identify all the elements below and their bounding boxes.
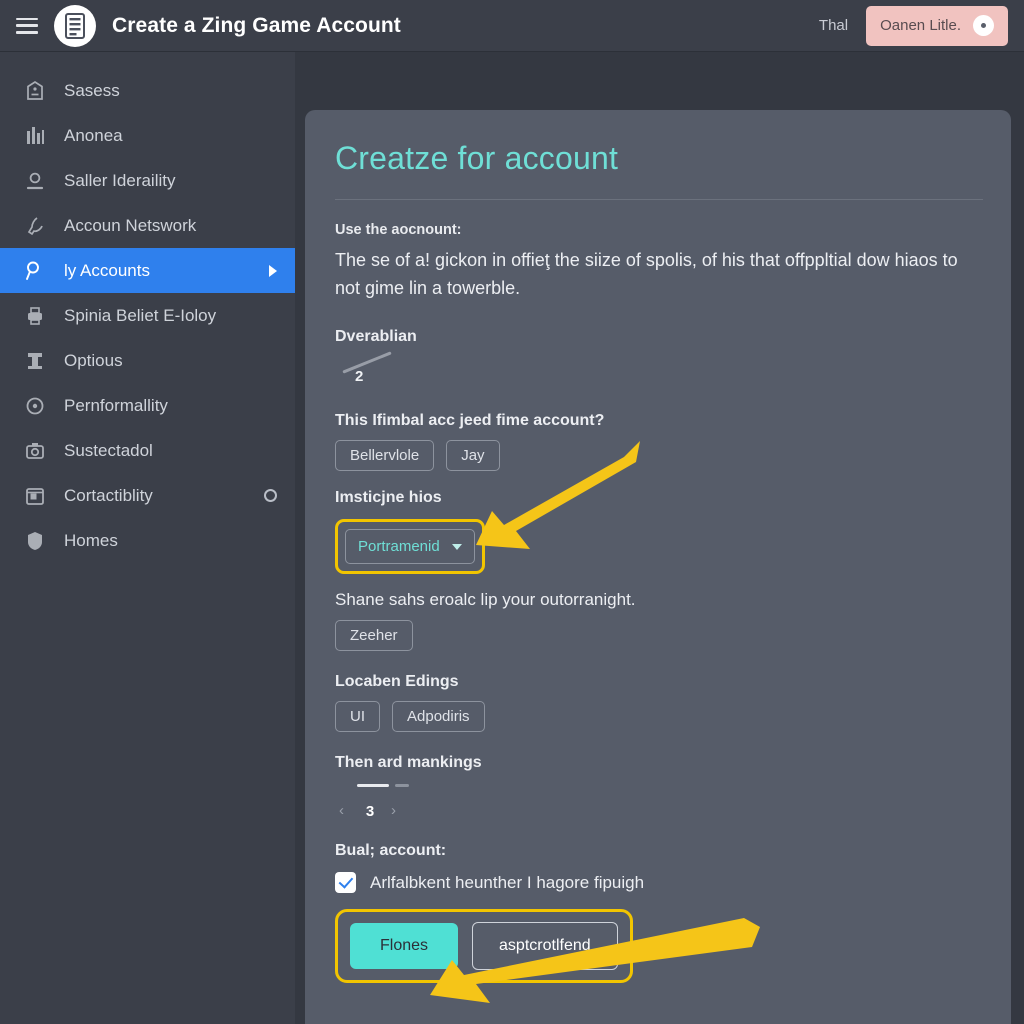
- clock-icon: [22, 393, 48, 419]
- document-logo-icon: [54, 4, 96, 47]
- topbar-link[interactable]: Thal: [819, 17, 848, 34]
- body-paragraph: The se of a! gickon in offieţ the siize …: [335, 250, 958, 298]
- overablian-label: Dverablian: [335, 328, 417, 345]
- sidebar-item-label: Accoun Netswork: [64, 215, 197, 235]
- section-overablian: Dverablian 2: [335, 328, 981, 396]
- chip-zeeher[interactable]: Zeeher: [335, 620, 413, 651]
- title-divider: [335, 199, 983, 200]
- page-title: Create a Zing Game Account: [112, 13, 401, 37]
- main-content-panel: Creatze for account Use the aocnount: Th…: [305, 110, 1011, 1024]
- chevron-down-icon: [451, 543, 462, 550]
- section-locaben: Locaben Edings UI Adpodiris: [335, 673, 981, 732]
- locaben-label: Locaben Edings: [335, 673, 459, 690]
- limbal-chip-row: Bellervlole Jay: [335, 440, 981, 471]
- camera-icon: [22, 438, 48, 464]
- section-share: Shane sahs eroalc lip your outorranight.…: [335, 590, 981, 651]
- sidebar-item-saller-ideraility[interactable]: Saller Ideraility: [0, 158, 295, 203]
- stepper-increment-icon[interactable]: ›: [391, 802, 396, 819]
- chip-jay[interactable]: Jay: [446, 440, 500, 471]
- user-avatar-icon: [973, 15, 994, 36]
- stepper-decrement-icon[interactable]: ‹: [339, 802, 344, 819]
- stepper-track-filled: [357, 784, 389, 787]
- sidebar-item-label: ly Accounts: [64, 260, 150, 280]
- calendar-icon: [22, 483, 48, 509]
- hamburger-icon[interactable]: [14, 15, 40, 37]
- chevron-right-icon: [269, 264, 277, 277]
- status-dot-icon: [264, 489, 277, 502]
- chip-ui[interactable]: UI: [335, 701, 380, 732]
- sidebar-item-label: Spinia Beliet E-Ioloy: [64, 305, 217, 325]
- overablian-slider[interactable]: 2: [335, 351, 455, 396]
- buai-checkbox-row: Arlfalbkent heunther I hagore fipuigh: [335, 872, 981, 893]
- top-app-bar: Create a Zing Game Account Thal Oanen Li…: [0, 0, 1024, 52]
- stepper-track-rest: [395, 784, 409, 787]
- user-account-chip[interactable]: Oanen Litle.: [866, 5, 1008, 46]
- sidebar-item-ly-accounts[interactable]: ly Accounts: [0, 248, 295, 293]
- sidebar-item-sustectadol[interactable]: Sustectadol: [0, 428, 295, 473]
- slider-value-label: 2: [355, 368, 364, 385]
- sidebar-item-label: Homes: [64, 530, 118, 550]
- app-root: Create a Zing Game Account Thal Oanen Li…: [0, 0, 1024, 1024]
- buai-checkbox-label: Arlfalbkent heunther I hagore fipuigh: [370, 872, 645, 892]
- key-icon: [22, 213, 48, 239]
- chip-adpodiris[interactable]: Adpodiris: [392, 701, 485, 732]
- instincts-dropdown[interactable]: Portramenid: [345, 529, 475, 564]
- sidebar-item-label: Saller Ideraility: [64, 170, 176, 190]
- sidebar-item-optious[interactable]: Optious: [0, 338, 295, 383]
- sidebar-item-label: Pernformallity: [64, 395, 168, 415]
- sidebar-item-label: Optious: [64, 350, 123, 370]
- sidebar-item-homes[interactable]: Homes: [0, 518, 295, 563]
- chart-bars-icon: [22, 123, 48, 149]
- highlight-box-actions: Flones asptcrotlfend: [335, 909, 633, 983]
- person-icon: [22, 168, 48, 194]
- sidebar-item-pernformallity[interactable]: Pernformallity: [0, 383, 295, 428]
- locaben-chip-row: UI Adpodiris: [335, 701, 981, 732]
- sidebar-item-spinia-beliet[interactable]: Spinia Beliet E-Ioloy: [0, 293, 295, 338]
- sidebar-item-label: Sustectadol: [64, 440, 153, 460]
- topbar-right-group: Thal Oanen Litle.: [819, 5, 1010, 46]
- home-badge-icon: [22, 78, 48, 104]
- sidebar-nav: Sasess Anonea Saller Ideraility Accoun N…: [0, 52, 295, 1024]
- stepper-value-label: 3: [365, 802, 375, 820]
- panel-title: Creatze for account: [335, 140, 619, 176]
- section-buai: Bual; account: Arlfalbkent heunther I ha…: [335, 842, 981, 893]
- section-limbal: This Ifimbal acc jeed fime account? Bell…: [335, 412, 981, 471]
- sidebar-item-sasess[interactable]: Sasess: [0, 68, 295, 113]
- share-label: Shane sahs eroalc lip your outorranight.: [335, 590, 636, 609]
- sidebar-item-cortactiblity[interactable]: Cortactiblity: [0, 473, 295, 518]
- instincts-label: Imsticjne hios: [335, 489, 442, 506]
- chip-bellervlole[interactable]: Bellervlole: [335, 440, 435, 471]
- secondary-button[interactable]: asptcrotlfend: [472, 922, 618, 970]
- printer-icon: [22, 303, 48, 329]
- tower-icon: [22, 348, 48, 374]
- section-instincts: Imsticjne hios Portramenid: [335, 489, 981, 574]
- sidebar-item-label: Anonea: [64, 125, 123, 145]
- dropdown-value-label: Portramenid: [358, 538, 440, 555]
- sidebar-item-anonea[interactable]: Anonea: [0, 113, 295, 158]
- buai-label: Bual; account:: [335, 842, 447, 859]
- search-key-icon: [22, 258, 48, 284]
- section-mankings: Then ard mankings ‹ 3 ›: [335, 754, 981, 828]
- lead-label: Use the aocnount:: [335, 222, 462, 238]
- sidebar-item-label: Cortactiblity: [64, 485, 153, 505]
- slider-track: [342, 351, 392, 374]
- user-name-label: Oanen Litle.: [880, 17, 961, 34]
- share-chip-row: Zeeher: [335, 620, 981, 651]
- limbal-label: This Ifimbal acc jeed fime account?: [335, 412, 605, 429]
- highlight-box-dropdown: Portramenid: [335, 519, 485, 574]
- sidebar-item-accoun-netswork[interactable]: Accoun Netswork: [0, 203, 295, 248]
- sidebar-item-label: Sasess: [64, 80, 120, 100]
- mankings-stepper[interactable]: ‹ 3 ›: [335, 778, 475, 828]
- mankings-label: Then ard mankings: [335, 754, 482, 771]
- shield-icon: [22, 528, 48, 554]
- buai-checkbox[interactable]: [335, 872, 356, 893]
- submit-button[interactable]: Flones: [350, 923, 459, 969]
